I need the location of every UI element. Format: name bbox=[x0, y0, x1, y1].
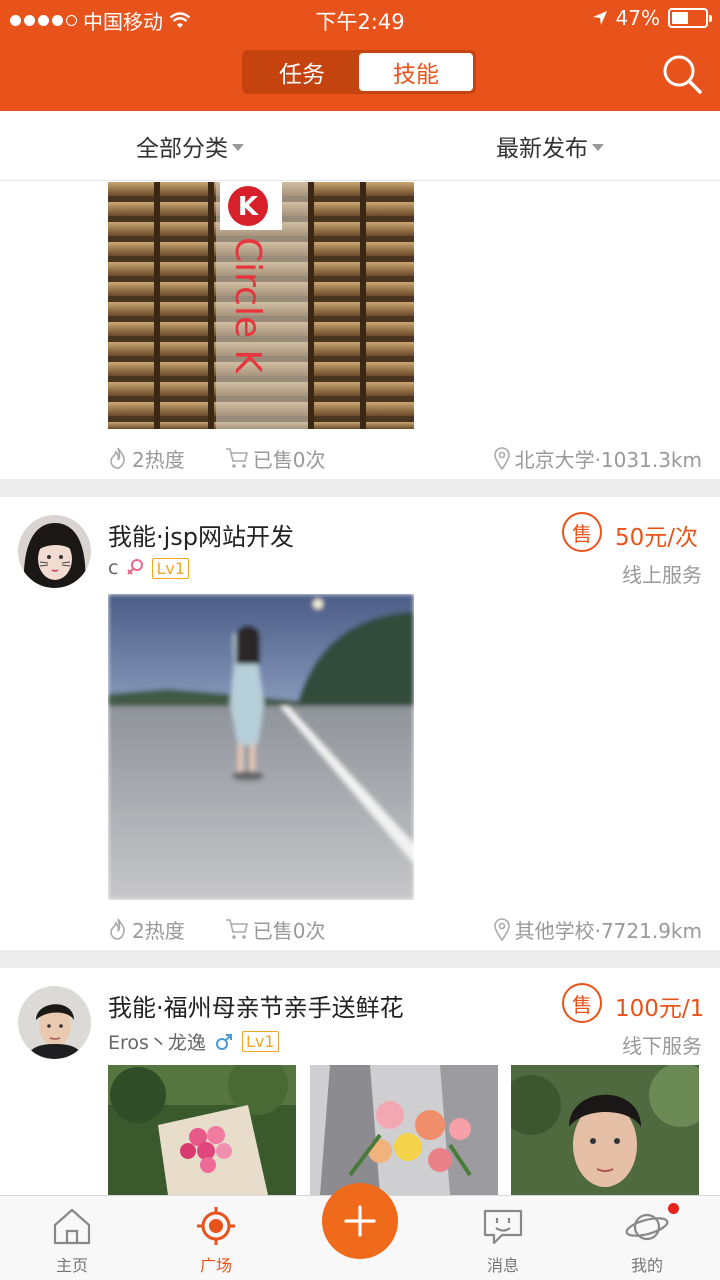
section-divider bbox=[0, 479, 720, 497]
price-label: 100元/1 bbox=[615, 996, 705, 1022]
chevron-down-icon bbox=[232, 143, 244, 151]
heat-label: 2热度 bbox=[132, 447, 185, 472]
male-icon bbox=[215, 1033, 232, 1050]
category-filter[interactable]: 全部分类 bbox=[136, 111, 244, 181]
message-icon bbox=[483, 1209, 523, 1245]
tab-home[interactable]: 主页 bbox=[12, 1196, 132, 1280]
square-icon bbox=[197, 1207, 235, 1245]
battery-icon bbox=[668, 8, 712, 28]
avatar[interactable] bbox=[18, 986, 91, 1059]
sold-stat: 已售0次 bbox=[225, 915, 326, 944]
service-type: 线下服务 bbox=[622, 1034, 702, 1058]
cart-icon bbox=[225, 448, 248, 468]
location-pin-icon bbox=[493, 447, 510, 470]
tab-square-label: 广场 bbox=[199, 1256, 232, 1275]
plus-icon bbox=[344, 1205, 376, 1237]
photo-text: Circle K bbox=[227, 237, 268, 375]
status-bar: 中国移动 下午2:49 47% bbox=[0, 0, 720, 36]
username[interactable]: Eros丶龙逸 bbox=[108, 1028, 206, 1055]
portrait-photo bbox=[511, 1065, 699, 1195]
tab-me-label: 我的 bbox=[630, 1256, 663, 1275]
cart-icon bbox=[225, 919, 248, 939]
post-photo[interactable] bbox=[108, 594, 414, 900]
post-title[interactable]: 我能·福州母亲节亲手送鲜花 bbox=[108, 988, 404, 1023]
post-title[interactable]: 我能·jsp网站开发 bbox=[108, 517, 294, 552]
location-arrow-icon bbox=[592, 11, 607, 25]
tab-skill[interactable]: 技能 bbox=[359, 53, 473, 91]
notification-dot bbox=[668, 1203, 679, 1214]
heat-stat: 2热度 bbox=[108, 444, 185, 473]
user-row: c Lv1 bbox=[108, 557, 190, 579]
skill-feed[interactable]: K Circle K 2热度 已售0次 北京大学·1031.3km 我能·jsp… bbox=[0, 182, 720, 1195]
category-filter-label: 全部分类 bbox=[136, 136, 228, 162]
sort-filter-label: 最新发布 bbox=[496, 136, 588, 162]
avatar[interactable] bbox=[18, 515, 91, 588]
location-stat: 其他学校·7721.9km bbox=[493, 915, 702, 944]
sale-badge: 售 bbox=[562, 983, 602, 1023]
sale-badge: 售 bbox=[562, 512, 602, 552]
home-icon bbox=[53, 1208, 91, 1245]
level-badge: Lv1 bbox=[241, 1031, 279, 1052]
level-badge: Lv1 bbox=[152, 557, 190, 579]
segment-control: 任务 技能 bbox=[242, 50, 476, 94]
post-photo[interactable]: K Circle K bbox=[108, 182, 414, 429]
female-icon bbox=[127, 559, 144, 575]
search-icon bbox=[663, 55, 702, 94]
service-type: 线上服务 bbox=[622, 563, 702, 587]
tab-me[interactable]: 我的 bbox=[587, 1196, 707, 1280]
top-header: 中国移动 下午2:49 47% 任务 技能 bbox=[0, 0, 720, 111]
location-label: 其他学校·7721.9km bbox=[514, 918, 702, 943]
flowers-photo bbox=[310, 1065, 498, 1195]
heat-stat: 2热度 bbox=[108, 915, 185, 944]
sold-stat: 已售0次 bbox=[225, 444, 326, 473]
avatar-image bbox=[18, 986, 91, 1059]
post-photo[interactable] bbox=[511, 1065, 699, 1195]
battery-percent: 47% bbox=[615, 6, 660, 30]
post-meta-row: 2热度 已售0次 其他学校·7721.9km bbox=[108, 909, 702, 949]
tab-task[interactable]: 任务 bbox=[245, 53, 359, 91]
svg-text:K: K bbox=[238, 192, 259, 222]
flame-icon bbox=[110, 918, 125, 940]
location-pin-icon bbox=[493, 918, 510, 941]
tab-messages-label: 消息 bbox=[486, 1256, 519, 1275]
user-row: Eros丶龙逸 Lv1 bbox=[108, 1028, 279, 1055]
location-label: 北京大学·1031.3km bbox=[514, 447, 702, 472]
avatar-image bbox=[18, 515, 91, 588]
tab-messages[interactable]: 消息 bbox=[443, 1196, 563, 1280]
app-screen: 中国移动 下午2:49 47% 任务 技能 全部分类 最新发布 K Circle… bbox=[0, 0, 720, 1280]
section-divider bbox=[0, 950, 720, 968]
search-button[interactable] bbox=[660, 52, 704, 96]
sold-label: 已售0次 bbox=[252, 447, 326, 472]
price-label: 50元/次 bbox=[615, 525, 699, 551]
status-right: 47% bbox=[592, 6, 712, 30]
bouquet-photo bbox=[108, 1065, 296, 1195]
sort-filter[interactable]: 最新发布 bbox=[496, 111, 604, 181]
circle-k-photo: K Circle K bbox=[108, 182, 414, 429]
post-photo[interactable] bbox=[310, 1065, 498, 1195]
chevron-down-icon bbox=[592, 143, 604, 151]
tab-home-label: 主页 bbox=[55, 1256, 88, 1275]
add-post-button[interactable] bbox=[322, 1183, 398, 1259]
planet-icon bbox=[625, 1213, 669, 1241]
heat-label: 2热度 bbox=[132, 918, 185, 943]
filter-bar: 全部分类 最新发布 bbox=[0, 111, 720, 181]
location-stat: 北京大学·1031.3km bbox=[493, 444, 702, 473]
flame-icon bbox=[110, 447, 125, 469]
username[interactable]: c bbox=[108, 557, 118, 579]
sold-label: 已售0次 bbox=[252, 918, 326, 943]
road-girl-photo bbox=[108, 594, 414, 900]
post-meta-row: 2热度 已售0次 北京大学·1031.3km bbox=[108, 438, 702, 478]
tab-square[interactable]: 广场 bbox=[156, 1196, 276, 1280]
post-photo[interactable] bbox=[108, 1065, 296, 1195]
